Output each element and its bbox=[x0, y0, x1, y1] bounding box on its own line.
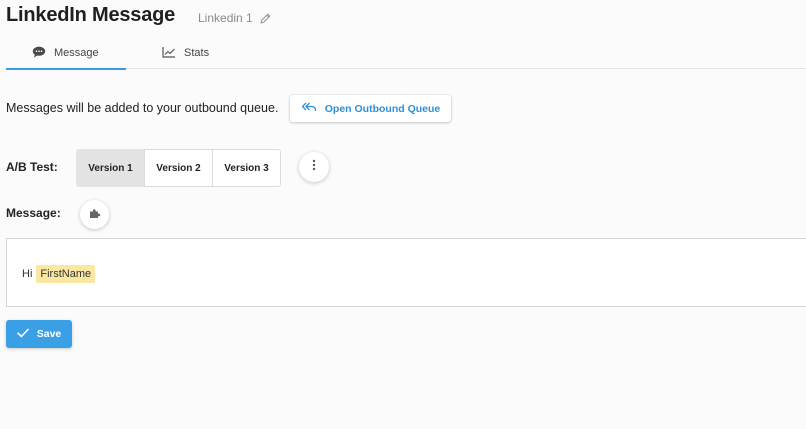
save-label: Save bbox=[36, 328, 62, 340]
chat-bubble-icon bbox=[32, 46, 46, 61]
open-outbound-queue-button[interactable]: Open Outbound Queue bbox=[290, 95, 451, 122]
page: LinkedIn Message Linkedin 1 Message Stat… bbox=[0, 0, 806, 429]
campaign-name: Linkedin 1 bbox=[198, 11, 253, 25]
tab-stats[interactable]: Stats bbox=[162, 38, 209, 68]
ab-more-options-button[interactable] bbox=[299, 152, 329, 182]
message-text: Hi bbox=[22, 268, 33, 280]
tab-message[interactable]: Message bbox=[6, 38, 126, 70]
version-3-button[interactable]: Version 3 bbox=[212, 149, 281, 187]
firstname-merge-tag[interactable]: FirstName bbox=[36, 265, 96, 283]
save-button[interactable]: Save bbox=[6, 320, 72, 348]
tab-stats-label: Stats bbox=[184, 47, 210, 59]
tab-bar: Message Stats bbox=[6, 38, 806, 70]
page-title: LinkedIn Message bbox=[6, 4, 176, 26]
vertical-dots-icon bbox=[312, 158, 316, 176]
version-2-button[interactable]: Version 2 bbox=[144, 149, 213, 187]
subtitle-group: Linkedin 1 bbox=[198, 11, 272, 25]
message-editor[interactable]: Hi FirstName bbox=[6, 238, 806, 307]
open-outbound-queue-label: Open Outbound Queue bbox=[324, 102, 441, 115]
reply-arrows-icon bbox=[301, 101, 317, 116]
ab-test-label: A/B Test: bbox=[6, 160, 58, 174]
pencil-icon[interactable] bbox=[259, 12, 272, 25]
insert-variable-button[interactable] bbox=[80, 200, 109, 229]
puzzle-icon bbox=[89, 206, 101, 224]
version-1-button[interactable]: Version 1 bbox=[76, 149, 145, 187]
message-label: Message: bbox=[6, 206, 61, 220]
message-body: Hi FirstName bbox=[22, 265, 96, 283]
line-chart-icon bbox=[162, 46, 176, 61]
tab-message-label: Message bbox=[54, 47, 99, 59]
checkmark-icon bbox=[16, 328, 29, 341]
ab-version-selector: Version 1 Version 2 Version 3 bbox=[76, 149, 281, 187]
queue-info-text: Messages will be added to your outbound … bbox=[6, 101, 279, 115]
